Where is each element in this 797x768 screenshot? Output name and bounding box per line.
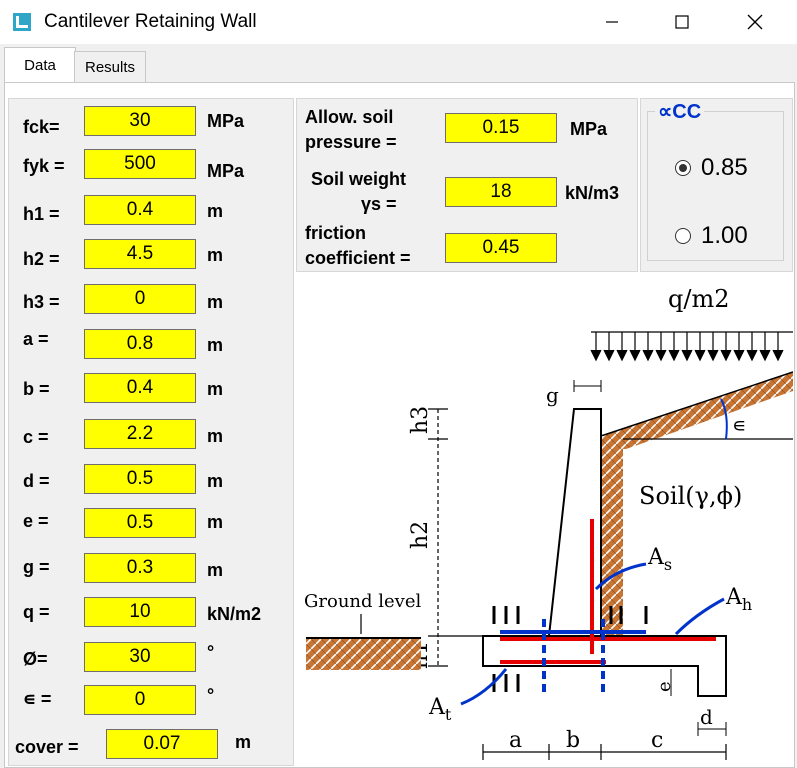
d-label: d xyxy=(700,705,713,729)
param-label: h2 = xyxy=(23,249,60,269)
h1-input[interactable]: 0.4 xyxy=(84,195,196,225)
param-label: d = xyxy=(23,471,50,491)
param-label: e = xyxy=(23,511,49,531)
h3-label: h3 xyxy=(408,406,433,434)
minimize-icon xyxy=(606,21,618,23)
param-label: b = xyxy=(23,379,50,399)
param-label: a = xyxy=(23,329,49,349)
h2-input[interactable]: 4.5 xyxy=(84,239,196,269)
soil-weight-unit: kN/m3 xyxy=(565,183,620,203)
friction-label-1: friction xyxy=(305,223,366,243)
a-input[interactable]: 0.8 xyxy=(84,329,196,359)
b-input[interactable]: 0.4 xyxy=(84,373,196,403)
param-unit: ° xyxy=(207,685,215,705)
param-unit: m xyxy=(207,471,224,491)
param-label: ∊ = xyxy=(23,689,52,709)
cover-input[interactable]: 0.07 xyxy=(106,729,218,759)
e-label: e xyxy=(654,681,675,692)
soil-weight-input[interactable]: 18 xyxy=(445,177,557,207)
allow-pressure-unit: MPa xyxy=(570,119,608,139)
alpha-085-label: 0.85 xyxy=(701,154,748,181)
title-bar: Cantilever Retaining Wall xyxy=(0,0,797,44)
fck-input[interactable]: 30 xyxy=(84,106,196,136)
window-title: Cantilever Retaining Wall xyxy=(44,11,257,32)
a-label: a xyxy=(509,728,522,753)
friction-input[interactable]: 0.45 xyxy=(445,233,557,263)
param-unit: m xyxy=(207,201,224,221)
h2-label: h2 xyxy=(408,521,433,549)
param-label: g = xyxy=(23,557,50,577)
epsilon-label: ∊ xyxy=(732,413,746,437)
b-label: b xyxy=(566,728,580,753)
d-input[interactable]: 0.5 xyxy=(84,464,196,494)
tab-results[interactable]: Results xyxy=(74,51,146,82)
param-unit: m xyxy=(207,426,224,446)
phi-input[interactable]: 30 xyxy=(84,642,196,672)
parameters-panel: fck= 30 MPa fyk = 500 MPa h1 = 0.4 m h2 … xyxy=(8,98,294,766)
g-label: g xyxy=(546,383,559,407)
param-label: fck= xyxy=(23,117,60,137)
front-soil xyxy=(306,638,421,670)
param-label: Ø= xyxy=(23,649,48,669)
allow-pressure-label-1: Allow. soil xyxy=(305,107,394,127)
param-label: c = xyxy=(23,427,49,447)
radio-unselected-icon xyxy=(675,228,691,244)
retaining-wall-diagram: q/m2 ∊ Soil(γ,ϕ) g h3 h2 h1 Gr xyxy=(296,274,793,766)
param-unit: MPa xyxy=(207,111,245,131)
alpha-085-radio[interactable]: 0.85 xyxy=(675,154,748,182)
param-label: h3 = xyxy=(23,292,60,312)
tab-strip: Data Results xyxy=(0,44,797,82)
e-input[interactable]: 0.5 xyxy=(84,508,196,538)
param-unit: m xyxy=(207,512,224,532)
soil-panel: Allow. soil pressure = 0.15 MPa Soil wei… xyxy=(296,98,638,272)
param-label: q = xyxy=(23,602,50,622)
q-input[interactable]: 10 xyxy=(84,597,196,627)
param-unit: MPa xyxy=(207,161,245,181)
tab-data[interactable]: Data xyxy=(4,47,76,82)
maximize-button[interactable] xyxy=(659,8,705,36)
c-label: c xyxy=(651,728,663,753)
alpha-100-label: 1.00 xyxy=(701,222,748,249)
param-label: h1 = xyxy=(23,204,60,224)
tab-data-label: Data xyxy=(24,56,56,74)
cover-unit: m xyxy=(235,732,252,752)
h3-input[interactable]: 0 xyxy=(84,284,196,314)
minimize-button[interactable] xyxy=(589,8,635,36)
param-unit: m xyxy=(207,560,224,580)
param-unit: kN/m2 xyxy=(207,604,262,624)
close-icon xyxy=(747,14,763,30)
cover-label: cover = xyxy=(15,737,79,757)
param-unit: m xyxy=(207,379,224,399)
soil-weight-label-2: γs = xyxy=(361,194,397,214)
alpha-cc-panel: ∝CC 0.85 1.00 xyxy=(640,98,793,272)
soil-label: Soil(γ,ϕ) xyxy=(639,482,742,510)
epsilon-input[interactable]: 0 xyxy=(84,685,196,715)
param-unit: ° xyxy=(207,642,215,662)
close-button[interactable] xyxy=(732,8,778,36)
friction-label-2: coefficient = xyxy=(305,248,411,268)
alpha-cc-title: ∝CC xyxy=(655,99,705,124)
maximize-icon xyxy=(675,15,689,29)
param-unit: m xyxy=(207,292,224,312)
param-label: fyk = xyxy=(23,156,65,176)
radio-selected-icon xyxy=(675,160,691,176)
tab-results-label: Results xyxy=(84,58,136,76)
soil-weight-label-1: Soil weight xyxy=(311,169,407,189)
ground-level-label: Ground level xyxy=(304,591,421,612)
alpha-100-radio[interactable]: 1.00 xyxy=(675,222,748,250)
q-label: q/m2 xyxy=(668,285,729,313)
allow-pressure-input[interactable]: 0.15 xyxy=(445,113,557,143)
param-unit: m xyxy=(207,335,224,355)
param-unit: m xyxy=(207,245,224,265)
allow-pressure-label-2: pressure = xyxy=(305,132,397,152)
app-icon xyxy=(13,13,31,31)
c-input[interactable]: 2.2 xyxy=(84,419,196,449)
fyk-input[interactable]: 500 xyxy=(84,149,196,179)
g-input[interactable]: 0.3 xyxy=(84,553,196,583)
